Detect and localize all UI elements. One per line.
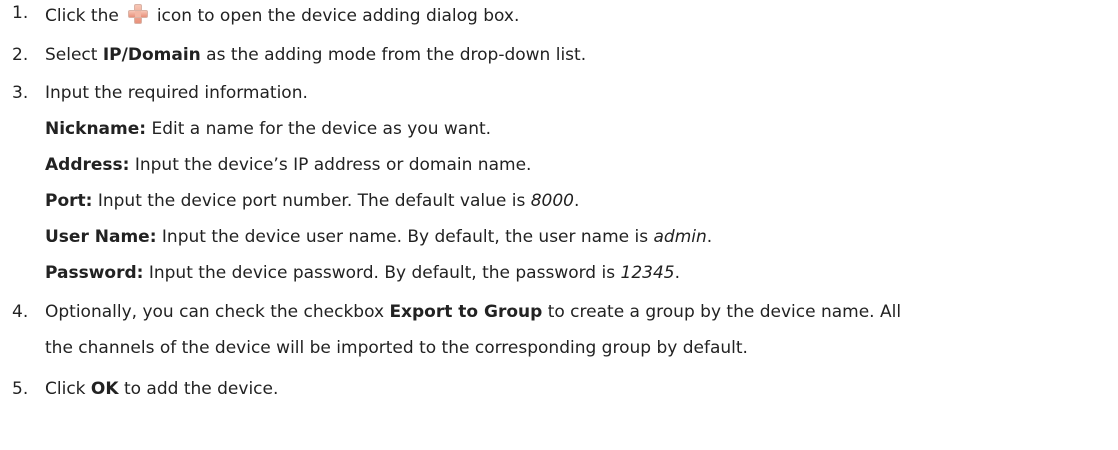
field-desc: Input the device password. By default, t… xyxy=(143,263,621,283)
field-label: Nickname: xyxy=(45,119,147,139)
step-number: 5. xyxy=(12,379,29,399)
field-desc: Input the device port number. The defaul… xyxy=(92,191,531,211)
step-text: Select IP/Domain as the adding mode from… xyxy=(45,45,586,65)
default-value: admin xyxy=(653,227,707,247)
step-text-post: icon to open the device adding dialog bo… xyxy=(156,6,520,26)
step-text: Optionally, you can check the checkbox E… xyxy=(45,302,901,322)
field-desc: Input the device’s IP address or domain … xyxy=(129,155,532,175)
add-plus-icon xyxy=(127,3,149,25)
step-text-post: to create a group by the device name. Al… xyxy=(542,302,902,322)
field-label: Port: xyxy=(45,191,93,211)
step-number: 1. xyxy=(12,3,29,23)
step-text-post: as the adding mode from the drop-down li… xyxy=(200,45,587,65)
step-text-pre: Select xyxy=(45,45,103,65)
step-text: Input the required information. xyxy=(45,83,308,103)
default-value: 8000 xyxy=(530,191,574,211)
button-name: OK xyxy=(90,379,119,399)
field-desc: Edit a name for the device as you want. xyxy=(146,119,492,139)
field-user-name: User Name: Input the device user name. B… xyxy=(45,227,712,247)
step-text: Click OK to add the device. xyxy=(45,379,278,399)
field-end: . xyxy=(574,191,580,211)
step-number: 3. xyxy=(12,83,29,103)
instruction-document: 1. Click the icon to open the device addi… xyxy=(0,0,1118,450)
step-4-continuation: the channels of the device will be impor… xyxy=(45,338,748,358)
field-port: Port: Input the device port number. The … xyxy=(45,191,579,211)
step-text-post: to add the device. xyxy=(118,379,279,399)
field-label: Address: xyxy=(45,155,130,175)
field-nickname: Nickname: Edit a name for the device as … xyxy=(45,119,491,139)
field-address: Address: Input the device’s IP address o… xyxy=(45,155,531,175)
field-label: Password: xyxy=(45,263,144,283)
step-text-pre: Optionally, you can check the checkbox xyxy=(45,302,390,322)
step-text-pre: Click the xyxy=(45,6,119,26)
step-text-pre: Click xyxy=(45,379,91,399)
step-text: Click the icon to open the device adding … xyxy=(45,3,519,26)
step-number: 4. xyxy=(12,302,29,322)
mode-name: IP/Domain xyxy=(102,45,201,65)
field-desc: Input the device user name. By default, … xyxy=(156,227,654,247)
step-number: 2. xyxy=(12,45,29,65)
checkbox-name: Export to Group xyxy=(389,302,543,322)
field-password: Password: Input the device password. By … xyxy=(45,263,680,283)
field-end: . xyxy=(706,227,713,247)
default-value: 12345 xyxy=(620,263,675,283)
field-label: User Name: xyxy=(45,227,157,247)
field-end: . xyxy=(674,263,680,283)
